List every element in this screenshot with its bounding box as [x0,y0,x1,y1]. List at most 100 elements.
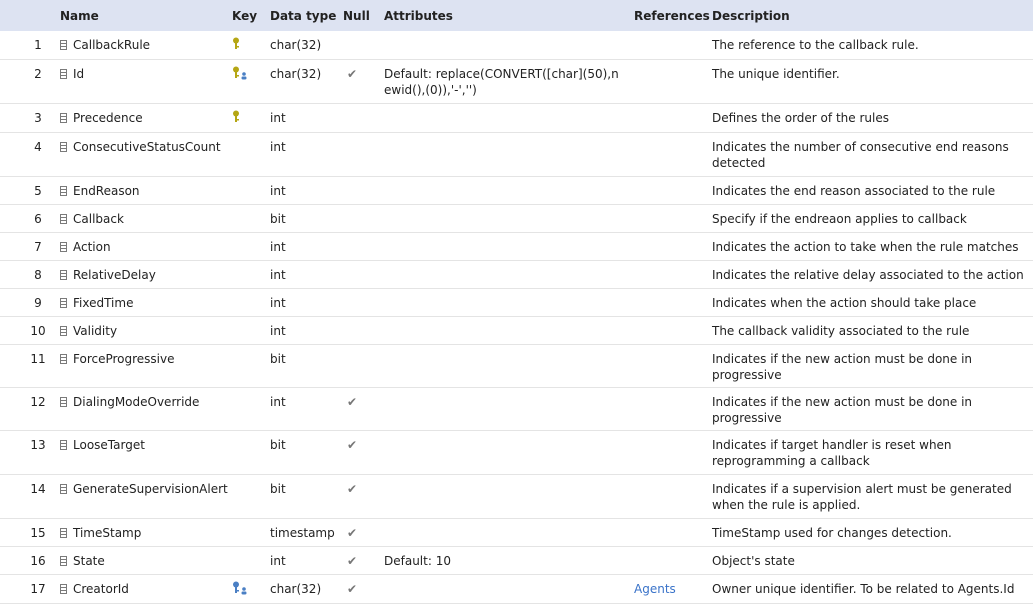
description-cell: Indicates the relative delay associated … [712,268,1024,282]
column-name[interactable]: Id [56,60,228,104]
table-row[interactable]: 7 Action int Indicates the action to take w… [0,233,1033,261]
column-name[interactable]: TimeStamp [56,519,228,547]
key-cell [228,289,266,317]
references-cell [630,104,708,133]
column-name[interactable]: CallbackRule [56,31,228,60]
header-description[interactable]: Description [708,0,1033,31]
header-datatype[interactable]: Data type [266,0,339,31]
header-num[interactable] [0,0,56,31]
null-cell [339,317,380,345]
column-name-label: Id [73,67,85,81]
column-name-label: Action [73,240,111,254]
column-name[interactable]: RelativeDelay [56,261,228,289]
table-row[interactable]: 17 CreatorId char(32) ✔ Agents Owner unique i… [0,575,1033,604]
references-cell [630,177,708,205]
column-name-label: Precedence [73,111,143,125]
header-null[interactable]: Null [339,0,380,31]
table-row[interactable]: 16 State int ✔ Default: 10 Object's state [0,547,1033,575]
null-cell [339,177,380,205]
column-name[interactable]: Callback [56,205,228,233]
row-number: 5 [34,184,42,198]
reference-link[interactable]: Agents [634,582,676,596]
column-name[interactable]: Action [56,233,228,261]
key-cell [228,431,266,475]
check-icon [343,296,347,310]
null-cell [339,233,380,261]
table-row[interactable]: 15 TimeStamp timestamp ✔ TimeStamp used for … [0,519,1033,547]
null-cell [339,133,380,177]
foreign-key-icon [232,581,250,595]
check-icon: ✔ [347,438,358,452]
column-icon [60,186,67,196]
key-cell [228,233,266,261]
table-header: Name Key Data type Null Attributes Refer… [0,0,1033,31]
header-references[interactable]: References [630,0,710,31]
references-cell [630,519,708,547]
description-cell: Indicates the number of consecutive end … [712,140,1009,170]
table-row[interactable]: 14 GenerateSupervisionAlert bit ✔ Indicates … [0,475,1033,519]
table-row[interactable]: 10 Validity int The callback validity assoc… [0,317,1033,345]
column-name-label: TimeStamp [73,526,142,540]
check-icon [343,240,347,254]
null-cell: ✔ [339,60,380,104]
references-cell[interactable]: Agents [630,575,708,604]
table-row[interactable]: 4 ConsecutiveStatusCount int Indicates the … [0,133,1033,177]
column-icon [60,214,67,224]
table-row[interactable]: 9 FixedTime int Indicates when the action s… [0,289,1033,317]
table-row[interactable]: 3 Precedence int Defines the order of the r… [0,104,1033,133]
attributes-cell [380,317,630,345]
key-cell [228,104,266,133]
key-cell [228,205,266,233]
references-cell [630,205,708,233]
references-cell [630,31,708,60]
description-cell: The reference to the callback rule. [712,38,919,52]
column-name[interactable]: ForceProgressive [56,345,228,388]
column-name[interactable]: EndReason [56,177,228,205]
row-number: 15 [30,526,46,540]
attributes-cell [380,177,630,205]
datatype-cell: int [270,296,286,310]
table-row[interactable]: 12 DialingModeOverride int ✔ Indicates if th… [0,388,1033,431]
column-name[interactable]: State [56,547,228,575]
column-name-label: ForceProgressive [73,352,175,366]
datatype-cell: int [270,184,286,198]
column-name[interactable]: CreatorId [56,575,228,604]
row-number: 8 [34,268,42,282]
column-name[interactable]: Precedence [56,104,228,133]
table-row[interactable]: 5 EndReason int Indicates the end reason as… [0,177,1033,205]
references-cell [630,233,708,261]
check-icon [343,140,347,154]
table-row[interactable]: 11 ForceProgressive bit Indicates if the ne… [0,345,1033,388]
null-cell: ✔ [339,475,380,519]
key-cell [228,177,266,205]
description-cell: Indicates if a supervision alert must be… [712,482,1012,512]
header-attributes[interactable]: Attributes [380,0,630,31]
attributes-cell [380,261,630,289]
column-name[interactable]: GenerateSupervisionAlert [56,475,228,519]
null-cell: ✔ [339,388,380,431]
column-name[interactable]: DialingModeOverride [56,388,228,431]
row-number: 17 [30,582,46,596]
description-cell: Indicates the end reason associated to t… [712,184,996,198]
header-key[interactable]: Key [228,0,266,31]
column-icon [60,584,67,594]
check-icon: ✔ [347,395,358,409]
datatype-cell: char(32) [270,38,322,52]
column-name[interactable]: ConsecutiveStatusCount [56,133,228,177]
column-name[interactable]: LooseTarget [56,431,228,475]
check-icon: ✔ [347,554,358,568]
table-row[interactable]: 8 RelativeDelay int Indicates the relative … [0,261,1033,289]
column-name[interactable]: Validity [56,317,228,345]
datatype-cell: bit [270,352,286,366]
column-name[interactable]: FixedTime [56,289,228,317]
datatype-cell: bit [270,212,286,226]
check-icon: ✔ [347,67,358,81]
attributes-cell [380,519,630,547]
table-row[interactable]: 13 LooseTarget bit ✔ Indicates if target han… [0,431,1033,475]
column-name-label: State [73,554,105,568]
table-row[interactable]: 2 Id char(32) ✔ Default: replace(CONVERT([ch… [0,60,1033,104]
row-number: 14 [30,482,46,496]
table-row[interactable]: 6 Callback bit Specify if the endreaon appl… [0,205,1033,233]
header-name[interactable]: Name [56,0,228,31]
table-row[interactable]: 1 CallbackRule char(32) The reference to th… [0,31,1033,60]
